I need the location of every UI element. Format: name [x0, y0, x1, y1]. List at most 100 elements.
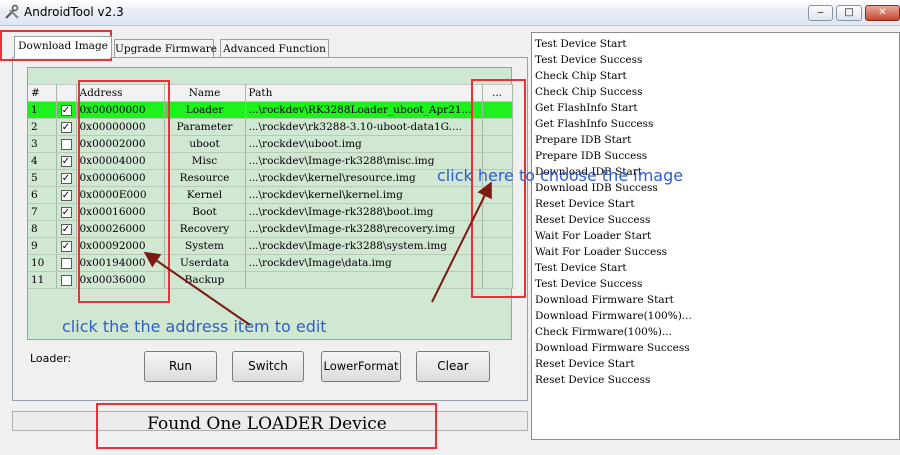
- table-row[interactable]: 2 ✓ 0x00000000 Parameter ...\rockdev\rk3288-…: [28, 118, 513, 136]
- row-name: Boot: [164, 203, 246, 221]
- table-row[interactable]: 10 0x00194000 Userdata ...\rockdev\Image\da…: [28, 254, 513, 272]
- table-row[interactable]: 7 ✓ 0x00016000 Boot ...\rockdev\Image-rk3288…: [28, 203, 513, 221]
- row-path[interactable]: [245, 271, 483, 289]
- row-path[interactable]: ...\rockdev\rk3288-3.10-uboot-data1G....: [245, 118, 483, 136]
- log-line: Reset Device Start: [535, 358, 635, 370]
- log-line: Prepare IDB Start: [535, 134, 632, 146]
- table-row[interactable]: 8 ✓ 0x00026000 Recovery ...\rockdev\Image-rk…: [28, 220, 513, 238]
- row-checkbox[interactable]: ✓: [60, 223, 72, 235]
- row-browse[interactable]: [482, 101, 513, 119]
- annotation-choose-image: click here to choose the image: [437, 166, 684, 185]
- row-checkbox-cell[interactable]: [56, 254, 77, 272]
- table-row[interactable]: 3 0x00002000 uboot ...\rockdev\uboot.img: [28, 135, 513, 153]
- tab-download-image[interactable]: Download Image: [14, 36, 112, 58]
- log-panel: Test Device Start Test Device Success Chec…: [531, 32, 900, 440]
- log-line: Prepare IDB Success: [535, 150, 648, 162]
- row-address[interactable]: 0x00000000: [76, 118, 165, 136]
- row-path[interactable]: ...\rockdev\Image-rk3288\recovery.img: [245, 220, 483, 238]
- row-checkbox-cell[interactable]: ✓: [56, 169, 77, 187]
- log-line: Get FlashInfo Success: [535, 118, 654, 130]
- tab-upgrade-firmware[interactable]: Upgrade Firmware: [114, 39, 217, 59]
- row-checkbox[interactable]: [60, 274, 72, 286]
- row-browse[interactable]: [482, 254, 513, 272]
- row-browse[interactable]: [482, 186, 513, 204]
- row-path[interactable]: ...\rockdev\Image-rk3288\boot.img: [245, 203, 483, 221]
- row-path[interactable]: ...\rockdev\RK3288Loader_uboot_Apr21...: [245, 101, 483, 119]
- col-header-name: Name: [164, 84, 246, 102]
- row-path[interactable]: ...\rockdev\Image-rk3288\system.img: [245, 237, 483, 255]
- row-address[interactable]: 0x00002000: [76, 135, 165, 153]
- close-button[interactable]: ✕: [865, 5, 900, 21]
- row-browse[interactable]: [482, 203, 513, 221]
- row-address[interactable]: 0x00026000: [76, 220, 165, 238]
- run-button[interactable]: Run: [144, 351, 217, 382]
- row-browse[interactable]: [482, 118, 513, 136]
- row-address[interactable]: 0x00004000: [76, 152, 165, 170]
- row-number: 9: [28, 237, 57, 255]
- minimize-button[interactable]: ‒: [808, 5, 833, 21]
- row-name: Parameter: [164, 118, 246, 136]
- col-header-browse[interactable]: ...: [482, 84, 513, 102]
- row-number: 4: [28, 152, 57, 170]
- row-browse[interactable]: [482, 271, 513, 289]
- lower-format-button[interactable]: LowerFormat: [321, 351, 401, 382]
- row-checkbox-cell[interactable]: ✓: [56, 186, 77, 204]
- col-header-check: [56, 84, 77, 102]
- image-table: # Address Name Path ... 1 ✓ 0x00000000 Load…: [28, 84, 513, 289]
- row-checkbox-cell[interactable]: ✓: [56, 101, 77, 119]
- row-checkbox[interactable]: ✓: [60, 189, 72, 201]
- log-line: Check Firmware(100%)...: [535, 326, 672, 338]
- row-browse[interactable]: [482, 237, 513, 255]
- row-checkbox[interactable]: ✓: [60, 206, 72, 218]
- row-address[interactable]: 0x00016000: [76, 203, 165, 221]
- row-checkbox[interactable]: ✓: [60, 155, 72, 167]
- log-line: Check Chip Start: [535, 70, 627, 82]
- tab-advanced-function[interactable]: Advanced Function: [220, 39, 329, 59]
- maximize-button[interactable]: □: [836, 5, 862, 21]
- clear-button[interactable]: Clear: [416, 351, 490, 382]
- row-checkbox[interactable]: [60, 257, 72, 269]
- log-line: Download Firmware Success: [535, 342, 690, 354]
- table-row[interactable]: 9 ✓ 0x00092000 System ...\rockdev\Image-rk32…: [28, 237, 513, 255]
- row-checkbox-cell[interactable]: ✓: [56, 237, 77, 255]
- row-name: Misc: [164, 152, 246, 170]
- row-path[interactable]: ...\rockdev\kernel\kernel.img: [245, 186, 483, 204]
- table-row[interactable]: 6 ✓ 0x0000E000 Kernel ...\rockdev\kernel\ker…: [28, 186, 513, 204]
- row-checkbox-cell[interactable]: ✓: [56, 220, 77, 238]
- row-path[interactable]: ...\rockdev\uboot.img: [245, 135, 483, 153]
- row-address[interactable]: 0x0000E000: [76, 186, 165, 204]
- row-browse[interactable]: [482, 220, 513, 238]
- row-name: Userdata: [164, 254, 246, 272]
- row-number: 2: [28, 118, 57, 136]
- wrench-screwdriver-icon: [5, 4, 19, 19]
- row-number: 10: [28, 254, 57, 272]
- row-number: 8: [28, 220, 57, 238]
- row-checkbox[interactable]: ✓: [60, 172, 72, 184]
- row-number: 1: [28, 101, 57, 119]
- table-row[interactable]: 1 ✓ 0x00000000 Loader ...\rockdev\RK3288Load…: [28, 101, 513, 119]
- row-checkbox-cell[interactable]: ✓: [56, 203, 77, 221]
- row-checkbox[interactable]: ✓: [60, 240, 72, 252]
- switch-button[interactable]: Switch: [232, 351, 304, 382]
- log-line: Download Firmware(100%)...: [535, 310, 692, 322]
- row-path[interactable]: ...\rockdev\Image\data.img: [245, 254, 483, 272]
- table-row[interactable]: 11 0x00036000 Backup: [28, 271, 513, 289]
- row-number: 11: [28, 271, 57, 289]
- row-checkbox-cell[interactable]: [56, 135, 77, 153]
- row-address[interactable]: 0x00000000: [76, 101, 165, 119]
- title-bar: AndroidTool v2.3 ‒ □ ✕: [0, 0, 900, 26]
- row-checkbox-cell[interactable]: ✓: [56, 118, 77, 136]
- row-address[interactable]: 0x00194000: [76, 254, 165, 272]
- row-address[interactable]: 0x00036000: [76, 271, 165, 289]
- row-address[interactable]: 0x00006000: [76, 169, 165, 187]
- annotation-edit-address: click the the address item to edit: [62, 317, 327, 336]
- row-checkbox-cell[interactable]: [56, 271, 77, 289]
- row-checkbox[interactable]: ✓: [60, 104, 72, 116]
- row-address[interactable]: 0x00092000: [76, 237, 165, 255]
- row-name: System: [164, 237, 246, 255]
- row-browse[interactable]: [482, 135, 513, 153]
- row-checkbox[interactable]: [60, 138, 72, 150]
- row-checkbox-cell[interactable]: ✓: [56, 152, 77, 170]
- row-name: Resource: [164, 169, 246, 187]
- row-checkbox[interactable]: ✓: [60, 121, 72, 133]
